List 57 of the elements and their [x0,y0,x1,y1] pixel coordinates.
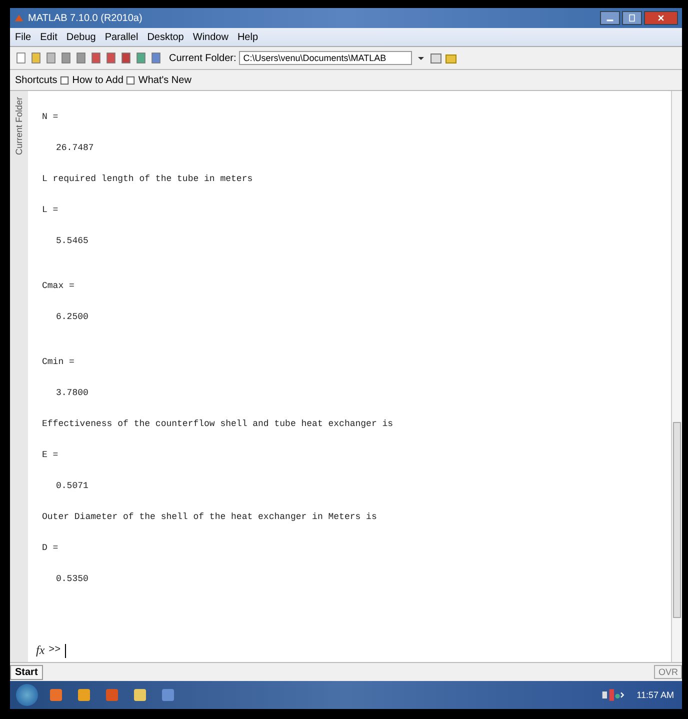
folder-icon[interactable] [445,52,458,64]
console-line: Cmax = [42,280,76,293]
toolbar-icon[interactable] [135,52,147,64]
scroll-thumb[interactable] [673,422,681,618]
console-line: 0.5071 [55,480,90,493]
toolbar-icon[interactable] [120,52,132,64]
toolbar-icon[interactable] [105,52,117,64]
console-line: Effectiveness of the counterflow shell and tube heat exchanger is [42,418,394,431]
window-title: MATLAB 7.10.0 (R2010a) [28,12,142,24]
text-cursor [64,644,66,658]
close-icon [657,14,665,22]
start-orb-icon[interactable] [16,684,38,706]
clock: 11:57 AM [636,690,674,700]
start-button[interactable]: Start [10,664,43,680]
console-line: L required length of the tube in meters [42,173,254,186]
menu-item[interactable]: Edit [40,32,58,42]
current-folder-tab[interactable]: Current Folder [14,97,24,156]
toolbar-icon[interactable] [60,52,72,64]
shortcut-link[interactable]: How to Add [72,74,124,86]
toolbar-icon[interactable] [15,52,27,64]
toolbar-icon[interactable] [30,52,42,64]
console-line: Cmin = [42,356,76,369]
folder-field[interactable]: C:\Users\venu\Documents\MATLAB [239,51,412,65]
shortcuts-label: Shortcuts [15,74,58,86]
browse-icon[interactable] [430,52,442,64]
shortcut-link[interactable]: What's New [138,74,192,86]
menu-item[interactable]: File [15,32,32,42]
toolbar-icon[interactable] [150,52,162,64]
menu-item[interactable]: Parallel [104,32,138,42]
toolbar-icon[interactable] [45,52,57,64]
console-line: 3.7800 [55,387,90,400]
overwrite-indicator: OVR [654,665,682,679]
shortcut-icon [126,76,136,84]
scrollbar[interactable] [671,91,682,662]
restore-icon [628,14,636,22]
console-line: D = [42,542,60,555]
menu-item[interactable]: Debug [66,32,96,42]
maximize-button[interactable] [622,11,642,25]
console-line: 5.5465 [55,235,90,248]
console-line: 0.5350 [55,573,90,586]
console-line: Outer Diameter of the shell of the heat exchanger in Meters is [42,511,378,524]
function-browser-icon[interactable]: fx [36,643,45,658]
command-prompt: >> [48,645,61,656]
toolbar-icon[interactable] [75,52,87,64]
console-line: E = [42,449,60,462]
console-line: 26.7487 [55,142,95,155]
console-line: 6.2500 [55,311,90,324]
close-button[interactable] [644,11,678,25]
console-line: N = [42,111,60,124]
shortcut-icon [60,76,70,84]
minimize-button[interactable] [600,11,620,25]
menu-item[interactable]: Window [192,32,228,42]
folder-label: Current Folder: [169,52,236,64]
menu-item[interactable]: Desktop [147,32,184,42]
console-line: L = [42,204,60,217]
toolbar-icon[interactable] [90,52,102,64]
menu-item[interactable]: Help [237,32,258,42]
